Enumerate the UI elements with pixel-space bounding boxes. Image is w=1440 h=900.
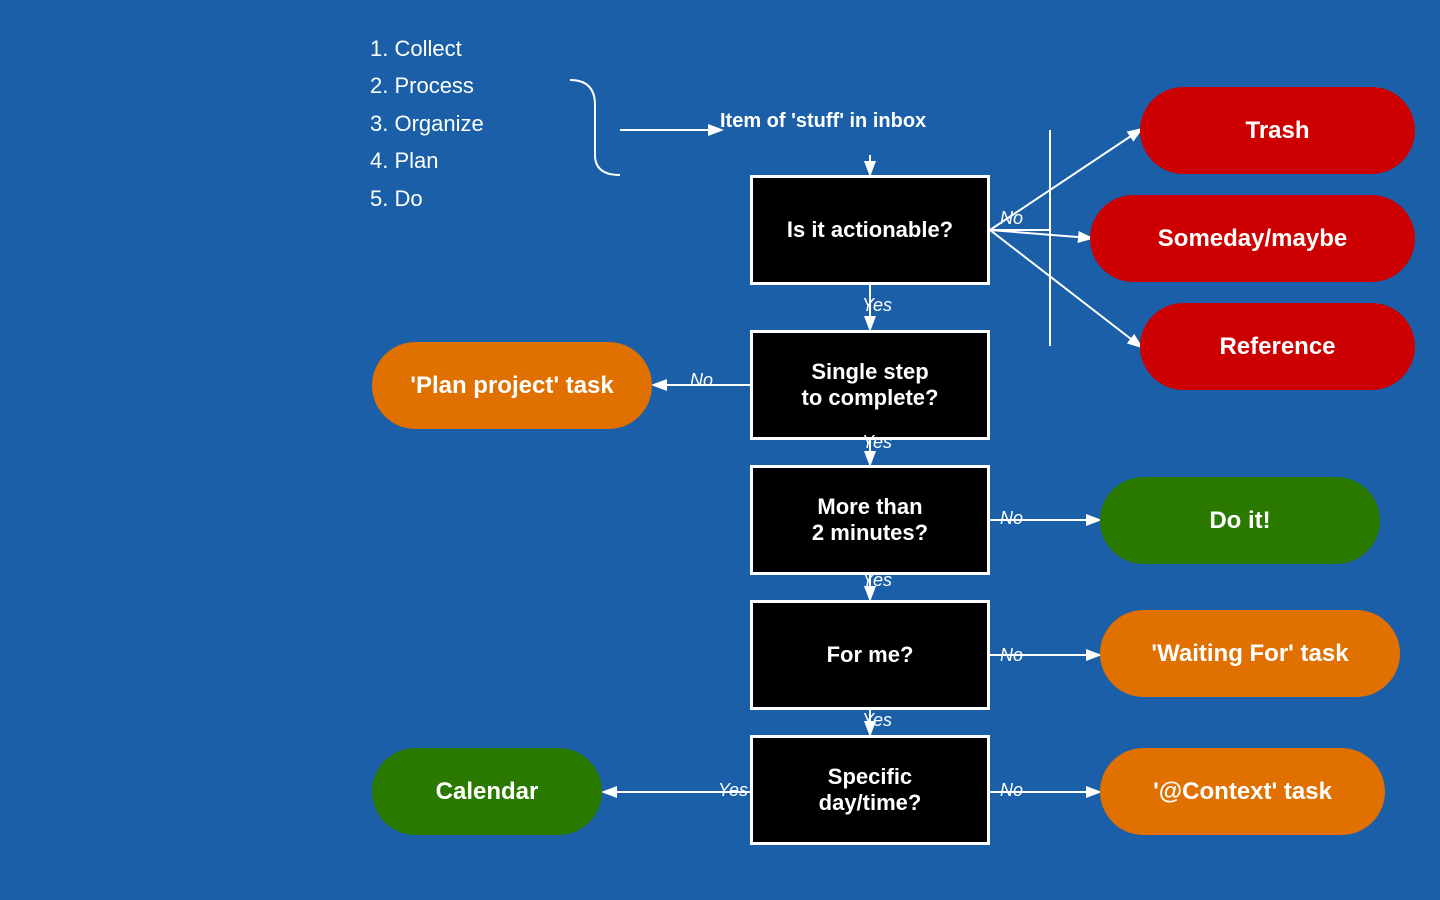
step-2: 2. Process bbox=[370, 67, 484, 104]
pill-someday: Someday/maybe bbox=[1090, 195, 1415, 282]
pill-context-task: '@Context' task bbox=[1100, 748, 1385, 835]
inbox-label: Item of 'stuff' in inbox bbox=[720, 110, 926, 133]
diagram-container: 1. Collect 2. Process 3. Organize 4. Pla… bbox=[0, 0, 1440, 900]
pill-calendar: Calendar bbox=[372, 748, 602, 835]
pill-reference: Reference bbox=[1140, 303, 1415, 390]
label-no-for-me: No bbox=[1000, 645, 1023, 666]
label-no-two-minutes: No bbox=[1000, 508, 1023, 529]
pill-do-it: Do it! bbox=[1100, 477, 1380, 564]
label-yes-specific-day: Yes bbox=[718, 780, 748, 801]
box-actionable: Is it actionable? bbox=[750, 175, 990, 285]
label-yes-for-me: Yes bbox=[862, 710, 892, 731]
box-single-step: Single stepto complete? bbox=[750, 330, 990, 440]
step-1: 1. Collect bbox=[370, 30, 484, 67]
step-3: 3. Organize bbox=[370, 105, 484, 142]
label-yes-single-step: Yes bbox=[862, 432, 892, 453]
box-specific-day: Specificday/time? bbox=[750, 735, 990, 845]
label-no-specific-day: No bbox=[1000, 780, 1023, 801]
step-5: 5. Do bbox=[370, 180, 484, 217]
box-for-me: For me? bbox=[750, 600, 990, 710]
label-no-actionable: No bbox=[1000, 208, 1023, 229]
steps-list: 1. Collect 2. Process 3. Organize 4. Pla… bbox=[370, 30, 484, 217]
label-yes-actionable: Yes bbox=[862, 295, 892, 316]
box-two-minutes: More than2 minutes? bbox=[750, 465, 990, 575]
label-yes-two-minutes: Yes bbox=[862, 570, 892, 591]
pill-plan-project: 'Plan project' task bbox=[372, 342, 652, 429]
step-4: 4. Plan bbox=[370, 142, 484, 179]
pill-waiting-for: 'Waiting For' task bbox=[1100, 610, 1400, 697]
pill-trash: Trash bbox=[1140, 87, 1415, 174]
label-no-single-step: No bbox=[690, 370, 713, 391]
